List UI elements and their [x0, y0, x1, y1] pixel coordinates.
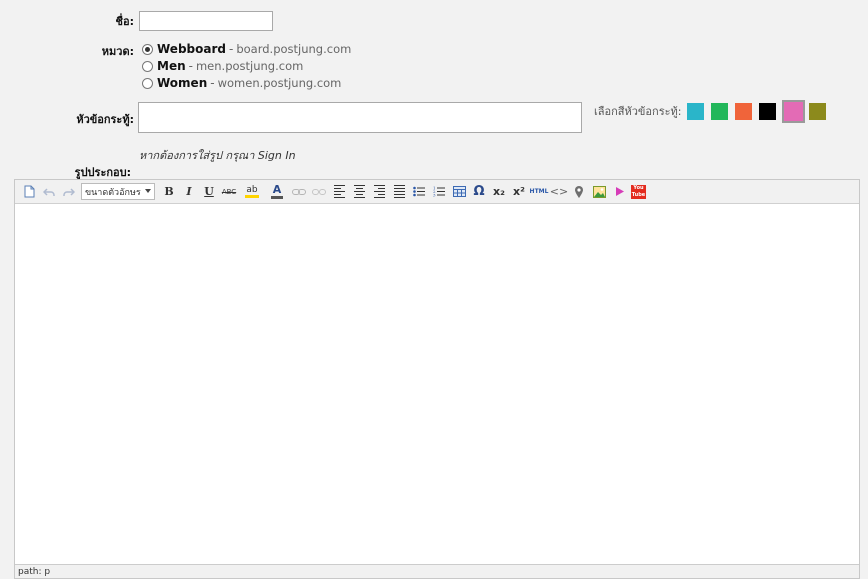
svg-text:3: 3 — [433, 193, 436, 198]
font-color-icon[interactable]: A — [267, 184, 287, 200]
category-name: Men — [157, 59, 186, 73]
category-label: หมวด: — [101, 45, 134, 58]
font-size-select[interactable]: ขนาดตัวอักษร — [81, 183, 155, 200]
special-char-icon[interactable]: Ω — [471, 184, 487, 200]
category-option-women[interactable]: Women - women.postjung.com — [142, 75, 341, 91]
code-icon[interactable]: <> — [550, 184, 568, 200]
editor-status-path: path: p — [15, 564, 859, 578]
color-swatch-pink[interactable] — [782, 100, 805, 123]
subscript-icon[interactable]: x₂ — [491, 184, 507, 200]
html-icon[interactable]: HTML — [530, 184, 549, 200]
highlight-color-icon[interactable]: ab — [241, 184, 263, 200]
align-left-icon[interactable] — [331, 184, 347, 200]
media-icon[interactable] — [611, 184, 627, 200]
color-swatch-olive[interactable] — [809, 103, 826, 120]
category-domain: men.postjung.com — [195, 59, 304, 73]
rich-text-editor: ขนาดตัวอักษร B I U ABC ab A 123 Ω x₂ x² … — [14, 179, 860, 579]
superscript-icon[interactable]: x² — [511, 184, 527, 200]
separator-dash: - — [188, 59, 193, 73]
name-label: ชื่อ: — [115, 15, 134, 28]
editor-toolbar: ขนาดตัวอักษร B I U ABC ab A 123 Ω x₂ x² … — [15, 180, 859, 204]
sign-in-hint: หากต้องการใส่รูป กรุณา Sign In — [139, 149, 296, 162]
table-icon[interactable] — [451, 184, 467, 200]
radio-women[interactable] — [142, 77, 153, 89]
separator-dash: - — [210, 76, 215, 90]
color-picker-label: เลือกสีหัวข้อกระทู้: — [594, 105, 682, 118]
strikethrough-icon[interactable]: ABC — [221, 184, 237, 200]
numbered-list-icon[interactable]: 123 — [431, 184, 447, 200]
link-icon[interactable] — [291, 184, 307, 200]
youtube-icon[interactable]: You Tube — [631, 184, 646, 200]
chevron-down-icon — [145, 189, 151, 193]
category-option-webboard[interactable]: Webboard - board.postjung.com — [142, 41, 351, 57]
redo-icon[interactable] — [61, 184, 77, 200]
category-domain: board.postjung.com — [236, 42, 352, 56]
align-center-icon[interactable] — [351, 184, 367, 200]
category-name: Women — [157, 76, 208, 90]
name-input[interactable] — [139, 11, 273, 31]
align-right-icon[interactable] — [371, 184, 387, 200]
color-swatch-black[interactable] — [759, 103, 776, 120]
category-domain: women.postjung.com — [217, 76, 342, 90]
category-option-men[interactable]: Men - men.postjung.com — [142, 58, 303, 74]
title-label: หัวข้อกระทู้: — [76, 113, 134, 126]
title-input[interactable] — [138, 102, 582, 133]
italic-icon[interactable]: I — [181, 184, 197, 200]
insert-image-icon[interactable] — [591, 184, 607, 200]
radio-men[interactable] — [142, 60, 153, 72]
bold-icon[interactable]: B — [161, 184, 177, 200]
color-swatch-green[interactable] — [711, 103, 728, 120]
new-document-icon[interactable] — [21, 184, 37, 200]
radio-webboard[interactable] — [142, 43, 153, 55]
unlink-icon[interactable] — [311, 184, 327, 200]
color-swatch-teal[interactable] — [687, 103, 704, 120]
map-pin-icon[interactable] — [571, 184, 587, 200]
align-justify-icon[interactable] — [391, 184, 407, 200]
category-name: Webboard — [157, 42, 226, 56]
separator-dash: - — [228, 42, 234, 56]
editor-content-area[interactable] — [15, 204, 859, 564]
color-swatch-orange[interactable] — [735, 103, 752, 120]
underline-icon[interactable]: U — [201, 184, 217, 200]
bullet-list-icon[interactable] — [411, 184, 427, 200]
undo-icon[interactable] — [41, 184, 57, 200]
